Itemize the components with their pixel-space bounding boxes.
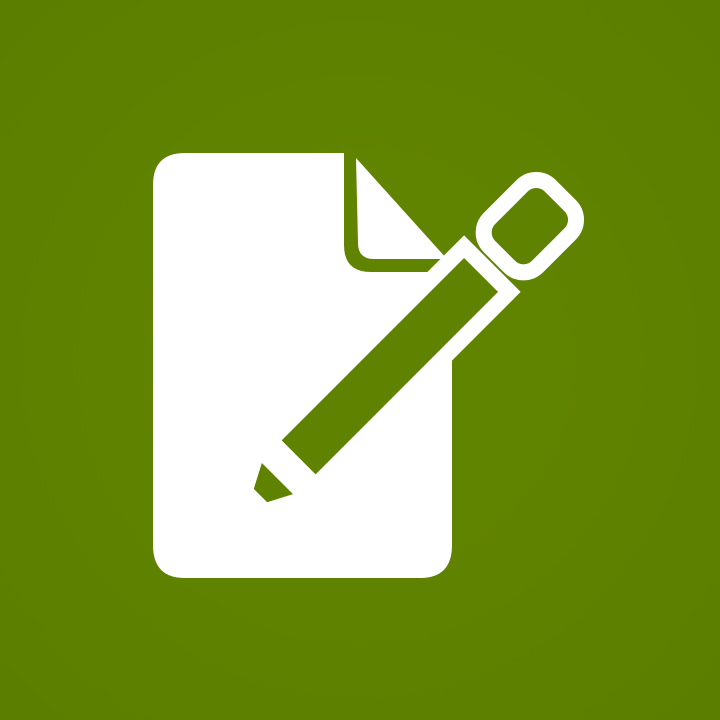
edit-document-icon-svg <box>0 0 720 720</box>
edit-document-icon <box>0 0 720 720</box>
